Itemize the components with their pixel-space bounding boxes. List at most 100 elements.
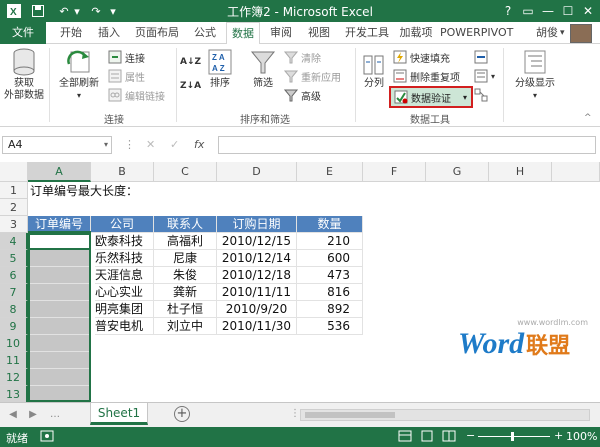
customize-qat-icon[interactable]: ▾ — [108, 3, 118, 19]
refresh-dropdown-icon[interactable]: ▾ — [54, 90, 104, 102]
column-header[interactable]: A — [28, 162, 91, 182]
refresh-all-button[interactable]: 全部刷新 ▾ — [54, 48, 104, 102]
row-header[interactable]: 12 — [0, 369, 28, 386]
prev-sheet-icon[interactable]: ◀ — [6, 408, 20, 422]
close-button[interactable]: ✕ — [578, 2, 598, 20]
tab-file[interactable]: 文件 — [0, 22, 46, 44]
table-cell[interactable]: 尼康 — [154, 250, 217, 267]
table-cell[interactable]: 心心实业 — [95, 284, 154, 301]
row-header[interactable]: 1 — [0, 182, 28, 199]
table-cell[interactable]: 892 — [297, 301, 363, 318]
row-header[interactable]: 5 — [0, 250, 28, 267]
more-sheets-icon[interactable]: … — [48, 408, 62, 422]
selected-cell[interactable] — [28, 386, 91, 402]
reapply-button[interactable]: 重新应用 — [283, 68, 341, 84]
cancel-entry-icon[interactable]: ✕ — [146, 136, 155, 154]
tab-split-icon[interactable]: ⋮ — [290, 408, 300, 419]
selected-cell[interactable] — [28, 284, 91, 301]
user-name[interactable]: 胡俊 — [536, 22, 558, 44]
advanced-filter-button[interactable]: 高级 — [283, 87, 321, 103]
save-icon[interactable] — [30, 3, 46, 19]
tab-view[interactable]: 视图 — [302, 22, 336, 44]
name-box[interactable]: A4 — [2, 136, 112, 154]
active-cell[interactable] — [28, 233, 91, 250]
tab-review[interactable]: 审阅 — [264, 22, 298, 44]
row-header[interactable]: 11 — [0, 352, 28, 369]
table-cell[interactable]: 杜子恒 — [154, 301, 217, 318]
table-cell[interactable]: 600 — [297, 250, 363, 267]
table-cell[interactable]: 朱俊 — [154, 267, 217, 284]
table-cell[interactable]: 乐然科技 — [95, 250, 154, 267]
edit-links-button[interactable]: 编辑链接 — [108, 87, 165, 103]
selected-cell[interactable] — [28, 250, 91, 267]
consolidate-button[interactable] — [474, 49, 491, 65]
row-header[interactable]: 4 — [0, 233, 28, 250]
table-header-cell[interactable]: 订单编号 — [28, 216, 91, 233]
table-cell[interactable]: 2010/11/30 — [217, 318, 297, 335]
selected-cell[interactable] — [28, 335, 91, 352]
select-all-corner[interactable] — [0, 162, 28, 182]
page-break-view-icon[interactable] — [442, 430, 456, 445]
column-header[interactable]: C — [154, 162, 217, 182]
outline-button[interactable]: 分级显示 ▾ — [508, 48, 562, 102]
row-header[interactable]: 10 — [0, 335, 28, 352]
outline-dropdown-icon[interactable]: ▾ — [508, 90, 562, 102]
zoom-out-button[interactable]: − — [466, 429, 475, 442]
row-header[interactable]: 9 — [0, 318, 28, 335]
row-header[interactable]: 2 — [0, 199, 28, 216]
properties-button[interactable]: 属性 — [108, 68, 145, 84]
column-header[interactable]: B — [91, 162, 154, 182]
tab-data[interactable]: 数据 — [226, 22, 260, 45]
maximize-button[interactable]: ☐ — [558, 2, 578, 20]
table-cell[interactable]: 高福利 — [154, 233, 217, 250]
zoom-slider-thumb[interactable] — [511, 432, 514, 441]
table-cell[interactable]: 536 — [297, 318, 363, 335]
remove-duplicates-button[interactable]: 删除重复项 — [393, 68, 460, 84]
table-cell[interactable]: 816 — [297, 284, 363, 301]
column-header[interactable]: H — [489, 162, 552, 182]
get-external-data-button[interactable]: 获取 外部数据 — [2, 48, 46, 102]
spreadsheet-grid[interactable]: A B C D E F G H 1 2 3 4 5 6 7 8 9 10 11 … — [0, 162, 600, 402]
redo-icon[interactable]: ↷ — [88, 3, 104, 19]
text-to-columns-button[interactable]: 分列 — [360, 54, 388, 90]
tab-home[interactable]: 开始 — [54, 22, 88, 44]
table-cell[interactable]: 2010/12/15 — [217, 233, 297, 250]
column-header[interactable]: E — [297, 162, 363, 182]
sort-ascending-button[interactable]: A↓Z — [180, 54, 201, 70]
table-cell[interactable]: 普安电机 — [95, 318, 154, 335]
table-cell[interactable]: 天涯信息 — [95, 267, 154, 284]
cell-title[interactable]: 订单编号最大长度： — [30, 183, 138, 200]
table-cell[interactable]: 2010/11/11 — [217, 284, 297, 301]
tab-developer[interactable]: 开发工具 — [340, 22, 394, 44]
avatar[interactable] — [570, 24, 592, 43]
row-header[interactable]: 3 — [0, 216, 28, 233]
insert-function-icon[interactable]: fx — [194, 136, 204, 154]
sheet-tab-sheet1[interactable]: Sheet1 — [90, 403, 148, 425]
what-if-button[interactable]: ▾ — [474, 68, 495, 84]
table-header-cell[interactable]: 订购日期 — [217, 216, 297, 233]
add-sheet-button[interactable]: + — [174, 406, 190, 422]
filter-button[interactable]: 筛选 — [246, 48, 280, 90]
zoom-in-button[interactable]: + — [554, 429, 563, 442]
table-cell[interactable]: 明亮集团 — [95, 301, 154, 318]
table-header-cell[interactable]: 公司 — [91, 216, 154, 233]
column-header[interactable]: D — [217, 162, 297, 182]
column-header[interactable] — [552, 162, 600, 182]
ribbon-display-button[interactable]: ▭ — [518, 2, 538, 20]
selected-cell[interactable] — [28, 301, 91, 318]
tab-addins[interactable]: 加载项 — [396, 22, 436, 44]
selected-cell[interactable] — [28, 318, 91, 335]
collapse-ribbon-icon[interactable]: ^ — [584, 110, 592, 126]
table-cell[interactable]: 2010/12/14 — [217, 250, 297, 267]
macro-record-icon[interactable] — [40, 430, 54, 445]
selected-cell[interactable] — [28, 352, 91, 369]
next-sheet-icon[interactable]: ▶ — [26, 408, 40, 422]
table-header-cell[interactable]: 联系人 — [154, 216, 217, 233]
tab-page-layout[interactable]: 页面布局 — [130, 22, 184, 44]
row-header[interactable]: 13 — [0, 386, 28, 402]
what-if-dropdown-icon[interactable]: ▾ — [491, 72, 495, 81]
table-cell[interactable]: 刘立中 — [154, 318, 217, 335]
column-header[interactable]: G — [426, 162, 489, 182]
row-header[interactable]: 8 — [0, 301, 28, 318]
selected-cell[interactable] — [28, 267, 91, 284]
